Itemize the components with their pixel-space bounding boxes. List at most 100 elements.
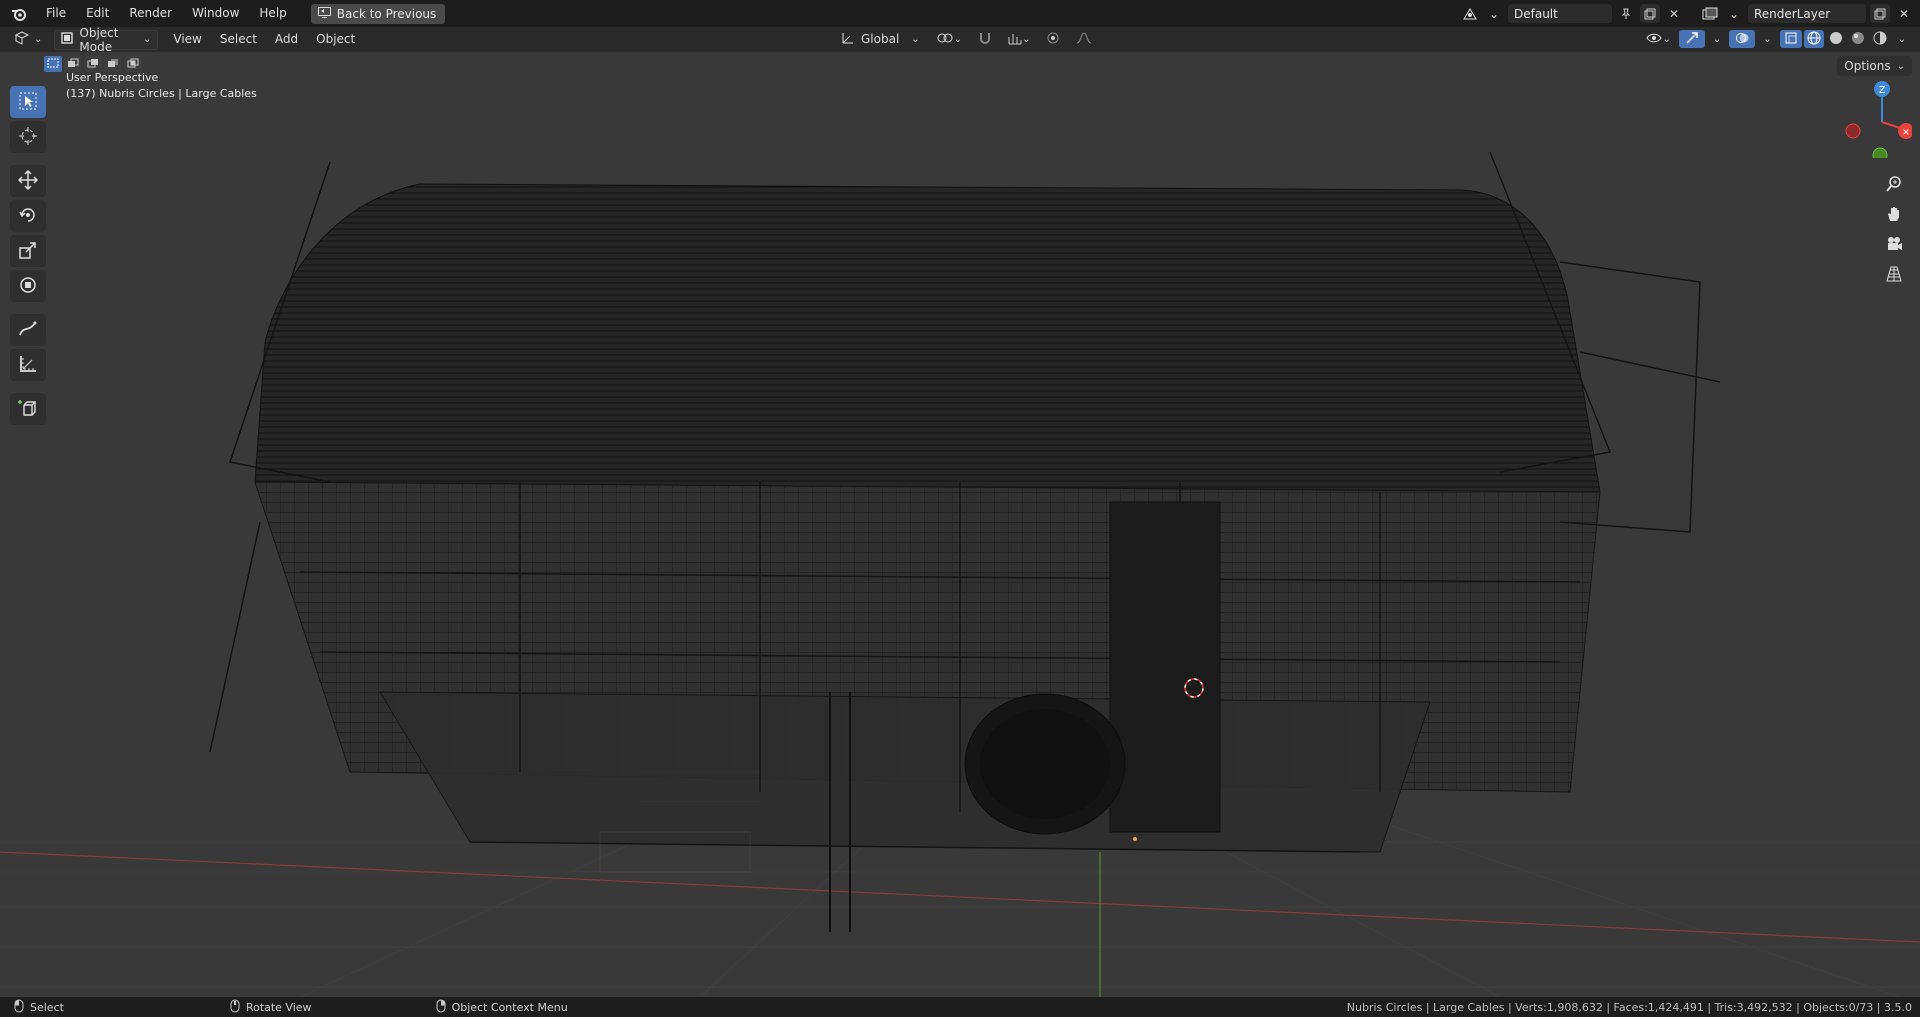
overlays-dropdown[interactable]: ⌄: [1757, 29, 1777, 49]
measure-tool[interactable]: [10, 349, 46, 381]
status-select-hint: Select: [14, 999, 64, 1016]
options-label: Options: [1844, 59, 1891, 73]
shading-wireframe-button[interactable]: [1803, 30, 1824, 48]
close-icon[interactable]: ✕: [1664, 4, 1684, 23]
mode-selector[interactable]: Object Mode ⌄: [54, 26, 159, 54]
scene-name-text: Default: [1514, 6, 1558, 21]
orientation-selector[interactable]: Global ⌄: [835, 29, 926, 49]
measure-icon: [18, 354, 38, 377]
tool-shelf: [10, 86, 46, 425]
menu-window[interactable]: Window: [182, 0, 249, 27]
back-to-previous-button[interactable]: Back to Previous: [310, 3, 446, 24]
add-cube-tool[interactable]: [10, 393, 46, 425]
chevron-down-icon[interactable]: ⌄: [1724, 4, 1744, 23]
view-layer-field[interactable]: RenderLayer: [1748, 4, 1866, 23]
gizmo-toggle[interactable]: [1678, 30, 1705, 48]
select-new-button[interactable]: [44, 56, 62, 72]
svg-text:×: ×: [1902, 127, 1910, 138]
snap-target-button[interactable]: ⌄: [1002, 29, 1036, 49]
select-box-icon: [19, 92, 37, 113]
menu-file[interactable]: File: [36, 0, 76, 27]
shading-material-button[interactable]: [1848, 29, 1868, 49]
annotate-tool[interactable]: [10, 314, 46, 346]
view-layer-icon[interactable]: [1700, 4, 1720, 23]
shading-dropdown[interactable]: ⌄: [1892, 29, 1912, 49]
active-object-label: (137) Nubris Circles | Large Cables: [66, 87, 257, 100]
mouse-middle-icon: [230, 999, 240, 1016]
y-axis-handle[interactable]: [1872, 147, 1888, 163]
mouse-left-icon: [14, 999, 24, 1016]
snap-toggle[interactable]: [972, 29, 998, 49]
back-to-previous-label: Back to Previous: [336, 6, 437, 21]
menu-object[interactable]: Object: [307, 27, 364, 52]
menu-render[interactable]: Render: [119, 0, 182, 27]
xray-toggle[interactable]: [1779, 30, 1802, 48]
move-tool[interactable]: [10, 165, 46, 197]
toolbar-separator: [10, 156, 46, 162]
proportional-edit-toggle[interactable]: [1040, 29, 1066, 49]
rotate-icon: [18, 205, 38, 228]
move-icon: [17, 169, 39, 193]
scene-selector-icon[interactable]: [1460, 4, 1480, 23]
solid-sphere-icon: [1829, 31, 1843, 48]
menu-help[interactable]: Help: [249, 0, 296, 27]
select-difference-button[interactable]: [104, 56, 122, 72]
close-icon[interactable]: ✕: [1894, 4, 1914, 23]
pivot-point-button[interactable]: ⌄: [930, 29, 968, 49]
select-extend-button[interactable]: [64, 56, 82, 72]
orientation-axes-icon: [841, 31, 855, 48]
select-new-icon: [47, 57, 59, 71]
falloff-button[interactable]: [1070, 29, 1098, 49]
mode-label: Object Mode: [79, 25, 119, 54]
select-subtract-button[interactable]: [84, 56, 102, 72]
chevron-down-icon: ⌄: [1712, 33, 1722, 45]
shading-rendered-button[interactable]: [1870, 29, 1890, 49]
status-rotate-label: Rotate View: [245, 1000, 312, 1014]
scale-icon: [18, 240, 38, 263]
perspective-label: User Perspective: [66, 71, 159, 84]
new-scene-icon[interactable]: [1640, 4, 1660, 23]
overlays-toggle[interactable]: [1729, 30, 1756, 48]
visibility-selector[interactable]: ⌄: [1640, 29, 1676, 49]
chevron-down-icon: ⌄: [34, 34, 43, 45]
scene-name-field[interactable]: Default: [1508, 4, 1612, 23]
pan-hand-icon[interactable]: [1880, 200, 1908, 228]
editor-type-button[interactable]: ⌄: [8, 30, 48, 50]
scale-tool[interactable]: [10, 235, 46, 267]
transform-tool[interactable]: [10, 270, 46, 302]
viewport-editor-icon: [14, 31, 32, 48]
object-mode-icon: [61, 32, 74, 47]
scene-statistics: Nubris Circles | Large Cables | Verts:1,…: [1347, 997, 1912, 1017]
navigation-gizmo[interactable]: Z ×: [1832, 78, 1914, 163]
cursor-tool[interactable]: [10, 121, 46, 153]
wireframe-scene: [0, 151, 1920, 997]
mouse-right-icon: [436, 999, 446, 1016]
chevron-down-icon: ⌄: [1897, 33, 1906, 45]
menu-view[interactable]: View: [164, 27, 210, 52]
grid-ortho-icon[interactable]: [1880, 260, 1908, 288]
options-button[interactable]: Options ⌄: [1837, 56, 1912, 76]
chevron-down-icon: ⌄: [1763, 33, 1772, 45]
gizmo-dropdown[interactable]: ⌄: [1707, 29, 1727, 49]
status-context-label: Object Context Menu: [451, 1000, 568, 1014]
cursor-icon: [18, 126, 38, 149]
zoom-icon[interactable]: [1880, 170, 1908, 198]
object-origin-dot: [1133, 837, 1137, 841]
new-view-layer-icon[interactable]: [1870, 4, 1890, 23]
chevron-down-icon[interactable]: ⌄: [1484, 4, 1504, 23]
menu-select[interactable]: Select: [211, 27, 266, 52]
camera-icon[interactable]: [1880, 230, 1908, 258]
select-intersect-button[interactable]: [124, 56, 142, 72]
rotate-tool[interactable]: [10, 200, 46, 232]
shading-solid-button[interactable]: [1826, 29, 1846, 49]
add-cube-icon: [18, 398, 38, 421]
menu-add[interactable]: Add: [266, 27, 307, 52]
menu-edit[interactable]: Edit: [76, 0, 119, 27]
neg-x-axis-handle[interactable]: [1845, 123, 1861, 139]
rendered-sphere-icon: [1873, 31, 1887, 48]
3d-viewport[interactable]: User Perspective (137) Nubris Circles | …: [0, 52, 1920, 997]
select-box-tool[interactable]: [10, 86, 46, 118]
pin-icon[interactable]: [1616, 4, 1636, 23]
blender-logo-icon[interactable]: [8, 3, 30, 25]
select-subtract-icon: [87, 57, 99, 71]
